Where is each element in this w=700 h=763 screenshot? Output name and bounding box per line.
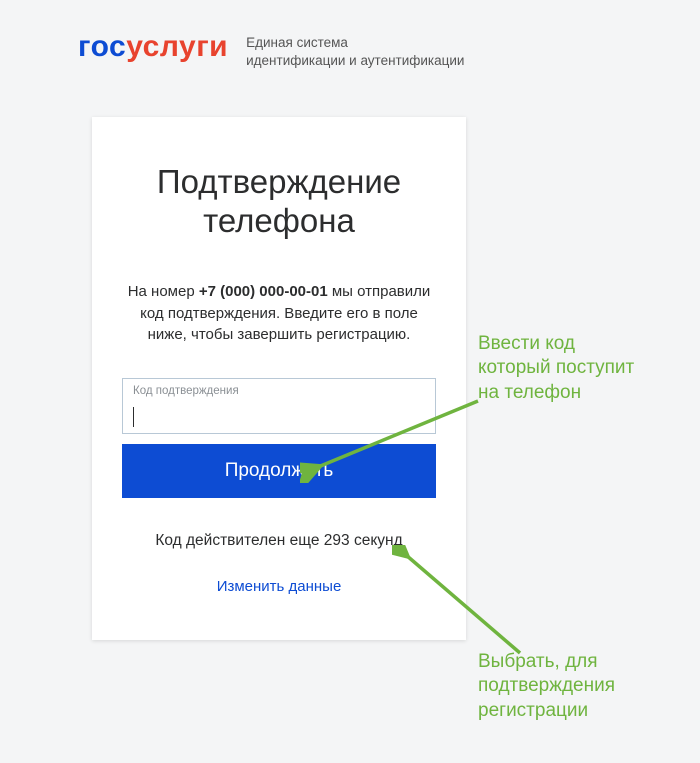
validity-seconds: 293	[324, 532, 350, 549]
phone-number: +7 (000) 000-00-01	[199, 283, 328, 300]
msg-pre: На номер	[128, 283, 199, 300]
code-input-wrap[interactable]: Код подтверждения	[122, 378, 436, 434]
title-line1: Подтверждение	[157, 163, 401, 200]
annotation-enter-code-l1: Ввести код	[478, 333, 575, 354]
annotation-confirm-l1: Выбрать, для	[478, 651, 598, 672]
annotation-confirm-l2: подтверждения	[478, 675, 615, 696]
code-input[interactable]	[131, 401, 427, 427]
logo-part-uslugi: услуги	[126, 30, 228, 63]
tagline-line2: идентификации и аутентификации	[246, 53, 464, 68]
annotation-confirm-registration: Выбрать, для подтверждения регистрации	[478, 650, 688, 723]
annotation-enter-code-l3: на телефон	[478, 382, 581, 403]
annotation-confirm-l3: регистрации	[478, 700, 588, 721]
annotation-enter-code-l2: который поступит	[478, 357, 634, 378]
continue-button[interactable]: Продолжить	[122, 444, 436, 498]
logo-part-gos: гос	[78, 30, 126, 63]
validity-suf: секунд	[350, 532, 403, 549]
title-line2: телефона	[203, 202, 355, 239]
tagline-line1: Единая система	[246, 35, 348, 50]
code-input-label: Код подтверждения	[133, 385, 239, 397]
instruction-text: На номер +7 (000) 000-00-01 мы отправили…	[122, 281, 436, 346]
change-data-link[interactable]: Изменить данные	[217, 578, 342, 595]
logo: госуслуги	[78, 30, 228, 64]
confirmation-card: Подтверждение телефона На номер +7 (000)…	[92, 117, 466, 640]
code-validity-text: Код действителен еще 293 секунд	[122, 532, 436, 550]
tagline: Единая система идентификации и аутентифи…	[246, 34, 464, 70]
page-title: Подтверждение телефона	[122, 163, 436, 241]
annotation-enter-code: Ввести код который поступит на телефон	[478, 332, 688, 405]
validity-pre: Код действителен еще	[155, 532, 323, 549]
page-header: госуслуги Единая система идентификации и…	[0, 0, 700, 70]
text-caret	[133, 407, 134, 427]
